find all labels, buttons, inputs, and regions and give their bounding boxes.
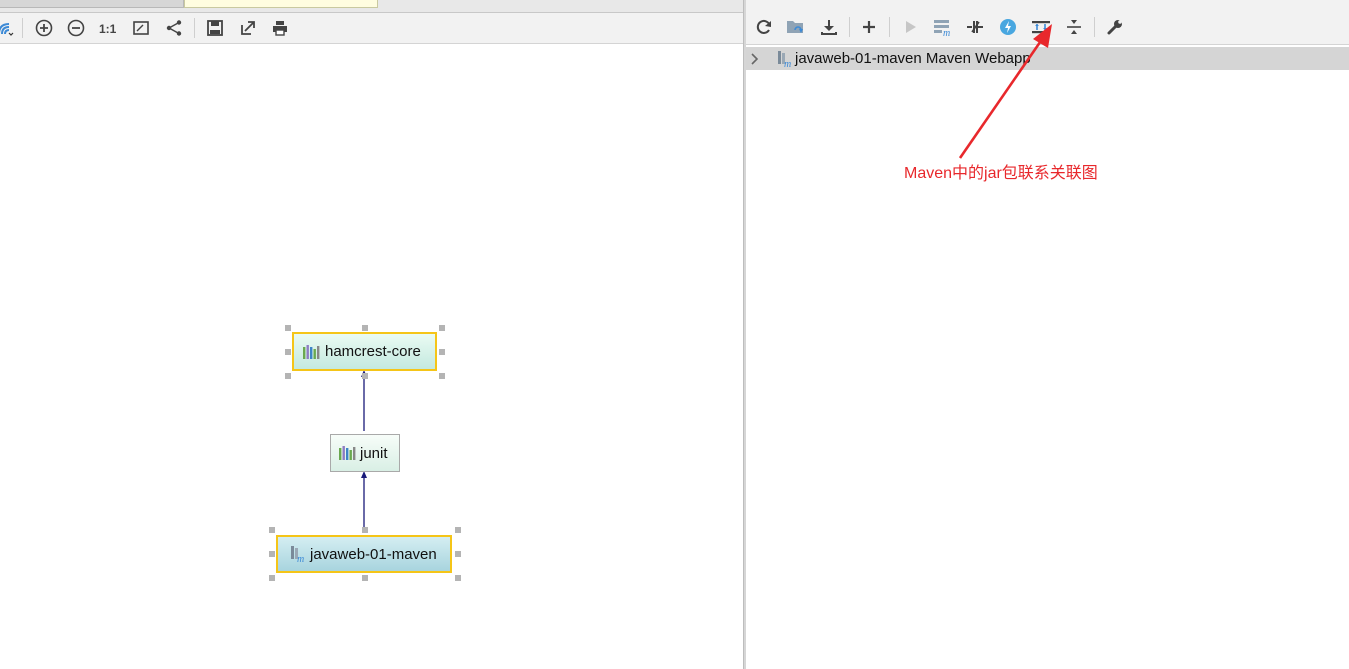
selection-handle[interactable] xyxy=(439,373,445,379)
print-icon[interactable] xyxy=(269,17,291,39)
editor-tab-strip xyxy=(0,0,744,13)
edge-arrowhead xyxy=(361,471,367,478)
node-label: hamcrest-core xyxy=(325,343,421,360)
editor-tab-active[interactable] xyxy=(184,0,378,8)
reimport-icon[interactable] xyxy=(753,16,775,38)
diagram-node-junit[interactable]: junit xyxy=(330,434,400,472)
show-dependencies-icon[interactable] xyxy=(0,17,16,39)
collapse-all-icon[interactable] xyxy=(1063,16,1085,38)
export-icon[interactable] xyxy=(237,17,259,39)
layout-icon[interactable] xyxy=(163,17,185,39)
selection-handle[interactable] xyxy=(455,575,461,581)
selection-handle[interactable] xyxy=(362,325,368,331)
annotation-text: Maven中的jar包联系关联图 xyxy=(904,165,1098,182)
toolbar-separator xyxy=(1094,17,1095,37)
selection-handle[interactable] xyxy=(455,551,461,557)
chevron-right-icon[interactable] xyxy=(750,53,760,65)
selection-handle[interactable] xyxy=(285,325,291,331)
node-label: junit xyxy=(360,444,388,462)
selection-handle[interactable] xyxy=(362,527,368,533)
panel-splitter[interactable] xyxy=(743,0,746,669)
toolbar-separator xyxy=(22,18,23,38)
library-icon xyxy=(303,344,320,359)
diagram-node-javaweb-01-maven[interactable]: m javaweb-01-maven xyxy=(276,535,452,573)
annotation-arrow xyxy=(958,24,1052,159)
selection-handle[interactable] xyxy=(362,373,368,379)
selection-handle[interactable] xyxy=(269,527,275,533)
selection-handle[interactable] xyxy=(439,349,445,355)
diagram-node-hamcrest-core[interactable]: hamcrest-core xyxy=(292,332,437,371)
dependency-diagram-canvas[interactable]: hamcrest-core junit m javaweb-01-maven xyxy=(0,45,743,669)
node-label: javaweb-01-maven xyxy=(310,545,437,563)
actual-size-icon[interactable]: 1:1 xyxy=(97,17,119,39)
svg-text:m: m xyxy=(784,59,791,68)
selection-handle[interactable] xyxy=(439,325,445,331)
save-icon[interactable] xyxy=(204,17,226,39)
svg-text:1:1: 1:1 xyxy=(99,22,117,36)
diagram-toolbar: 1:1 xyxy=(0,13,744,44)
library-icon xyxy=(339,446,356,460)
selection-handle[interactable] xyxy=(362,575,368,581)
maven-module-icon: m xyxy=(291,546,304,563)
toolbar-separator xyxy=(849,17,850,37)
toolbar-separator xyxy=(889,17,890,37)
settings-icon[interactable] xyxy=(1104,16,1126,38)
add-icon[interactable] xyxy=(858,16,880,38)
zoom-out-icon[interactable] xyxy=(65,17,87,39)
svg-text:m: m xyxy=(297,554,304,563)
download-icon[interactable] xyxy=(818,16,840,38)
editor-tab[interactable] xyxy=(0,0,184,8)
selection-handle[interactable] xyxy=(269,551,275,557)
run-icon[interactable] xyxy=(899,16,921,38)
generate-sources-icon[interactable] xyxy=(785,16,807,38)
selection-handle[interactable] xyxy=(285,349,291,355)
maven-panel-header xyxy=(746,0,1349,9)
fit-content-icon[interactable] xyxy=(130,17,152,39)
selection-handle[interactable] xyxy=(269,575,275,581)
zoom-in-icon[interactable] xyxy=(33,17,55,39)
toolbar-separator xyxy=(194,18,195,38)
selection-handle[interactable] xyxy=(285,373,291,379)
maven-module-icon: m xyxy=(778,51,791,68)
selection-handle[interactable] xyxy=(455,527,461,533)
